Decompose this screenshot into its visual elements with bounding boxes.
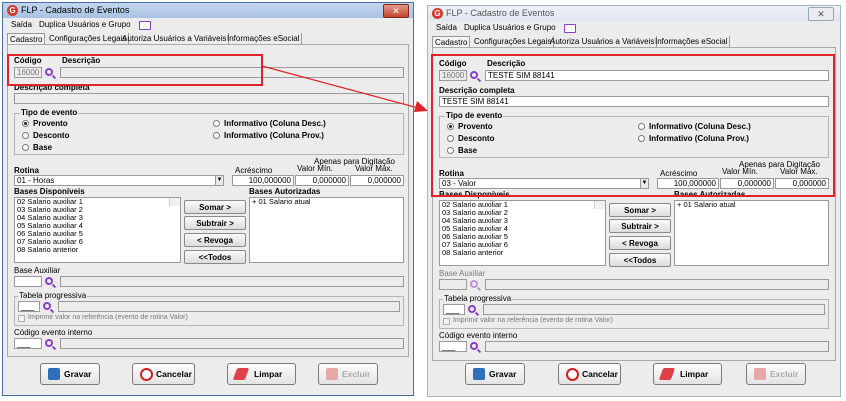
bases-disponiveis-list[interactable]: 02 Salario auxiliar 1 03 Salario auxiliar… (439, 200, 606, 266)
base-auxiliar-desc (485, 279, 829, 290)
tabela-desc-field (483, 304, 825, 315)
tabela-progressiva-label: Tabela progressiva (443, 294, 513, 303)
title-bar: G FLP - Cadastro de Eventos ✕ (428, 6, 840, 21)
eraser-icon (658, 368, 676, 380)
close-button[interactable]: ✕ (808, 7, 834, 21)
chat-icon[interactable] (564, 24, 576, 33)
tabela-codigo-field[interactable]: ___ (443, 304, 465, 315)
interno-desc-field (485, 341, 829, 352)
bases-autorizadas-list[interactable]: + 01 Salario atual (674, 200, 829, 266)
todos-button[interactable]: <<Todos (609, 253, 671, 267)
limpar-button[interactable]: Limpar (653, 363, 722, 385)
subtrair-button[interactable]: Subtrair > (609, 219, 671, 233)
excluir-button: Excluir (746, 363, 806, 385)
menu-duplica[interactable]: Duplica Usuários e Grupo (464, 23, 556, 32)
tab-configuracoes-legais[interactable]: Configurações Legais (472, 36, 555, 47)
save-icon (473, 368, 485, 380)
scrollbar[interactable] (594, 201, 605, 209)
search-icon[interactable] (470, 280, 478, 288)
list-item[interactable]: 08 Salario anterior (440, 249, 605, 257)
trash-icon (754, 368, 766, 380)
app-logo-icon: G (432, 8, 443, 19)
gravar-button[interactable]: Gravar (465, 363, 525, 385)
search-icon[interactable] (470, 342, 478, 350)
cancelar-button[interactable]: Cancelar (558, 363, 621, 385)
cancel-icon (566, 368, 579, 381)
imprimir-valor-checkbox[interactable] (443, 318, 450, 325)
interno-codigo-field[interactable]: ___ (439, 341, 467, 352)
menu-saida[interactable]: Saída (436, 23, 457, 32)
somar-button[interactable]: Somar > (609, 203, 671, 217)
list-item[interactable]: + 01 Salario atual (675, 201, 828, 209)
codigo-evento-interno-label: Código evento interno (439, 331, 518, 340)
window-title: FLP - Cadastro de Eventos (446, 8, 555, 18)
base-auxiliar-label: Base Auxiliar (439, 269, 486, 278)
imprimir-valor-label: Imprimir valor na referência (evento de … (453, 317, 613, 324)
tab-informacoes-esocial[interactable]: Informações eSocial (653, 36, 731, 47)
highlight-box-right (431, 54, 835, 197)
search-icon[interactable] (468, 305, 476, 313)
revoga-button[interactable]: < Revoga (609, 236, 671, 250)
base-auxiliar-code[interactable] (439, 279, 467, 290)
tab-autoriza-usuarios[interactable]: Autoriza Usuários a Variáveis (548, 36, 658, 47)
